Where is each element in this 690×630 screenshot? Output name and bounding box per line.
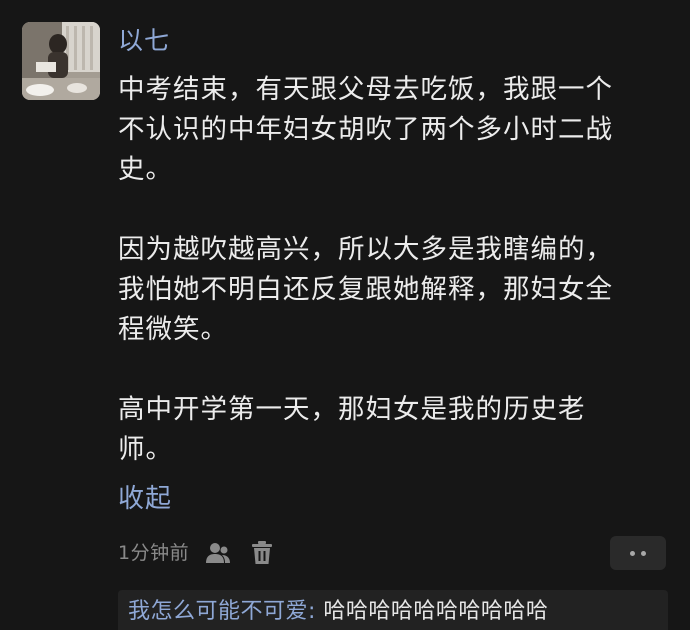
- more-dots-icon: [641, 550, 646, 556]
- avatar[interactable]: [22, 22, 100, 100]
- comment-line: 因为越吹越高兴，所以大多是我瞎编的，: [118, 234, 613, 265]
- username[interactable]: 以七: [118, 24, 170, 58]
- comment-body: 中考结束，有天跟父母去吃饭，我跟一个 不认识的中年妇女胡吹了两个多小时二战 史。…: [118, 70, 663, 470]
- more-dots-icon: [630, 550, 635, 556]
- comment-line: 师。: [118, 434, 173, 465]
- comment-card: 以七 中考结束，有天跟父母去吃饭，我跟一个 不认识的中年妇女胡吹了两个多小时二战…: [0, 0, 690, 630]
- comment-line: 史。: [118, 154, 173, 185]
- comment-paragraph: 高中开学第一天，那妇女是我的历史老 师。: [118, 390, 663, 470]
- collapse-link[interactable]: 收起: [118, 480, 172, 518]
- comment-paragraph: 中考结束，有天跟父母去吃饭，我跟一个 不认识的中年妇女胡吹了两个多小时二战 史。: [118, 70, 663, 190]
- comment-meta: 1分钟前: [118, 538, 277, 568]
- comment-paragraph: 因为越吹越高兴，所以大多是我瞎编的， 我怕她不明白还反复跟她解释，那妇女全 程微…: [118, 230, 663, 350]
- comment-line: 高中开学第一天，那妇女是我的历史老: [118, 394, 586, 425]
- comment-line: 中考结束，有天跟父母去吃饭，我跟一个: [118, 74, 613, 105]
- user-icon[interactable]: [203, 538, 233, 568]
- reply-text: 哈哈哈哈哈哈哈哈哈哈: [315, 599, 549, 624]
- comment-line: 不认识的中年妇女胡吹了两个多小时二战: [118, 114, 613, 145]
- comment-line: 我怕她不明白还反复跟她解释，那妇女全: [118, 274, 613, 305]
- more-button[interactable]: [610, 536, 666, 570]
- reply-username[interactable]: 我怎么可能不可爱:: [128, 599, 316, 624]
- avatar-image: [22, 22, 100, 100]
- trash-icon[interactable]: [247, 538, 277, 568]
- timestamp: 1分钟前: [118, 542, 190, 564]
- comment-line: 程微笑。: [118, 314, 228, 345]
- reply-preview[interactable]: 我怎么可能不可爱: 哈哈哈哈哈哈哈哈哈哈: [118, 590, 668, 630]
